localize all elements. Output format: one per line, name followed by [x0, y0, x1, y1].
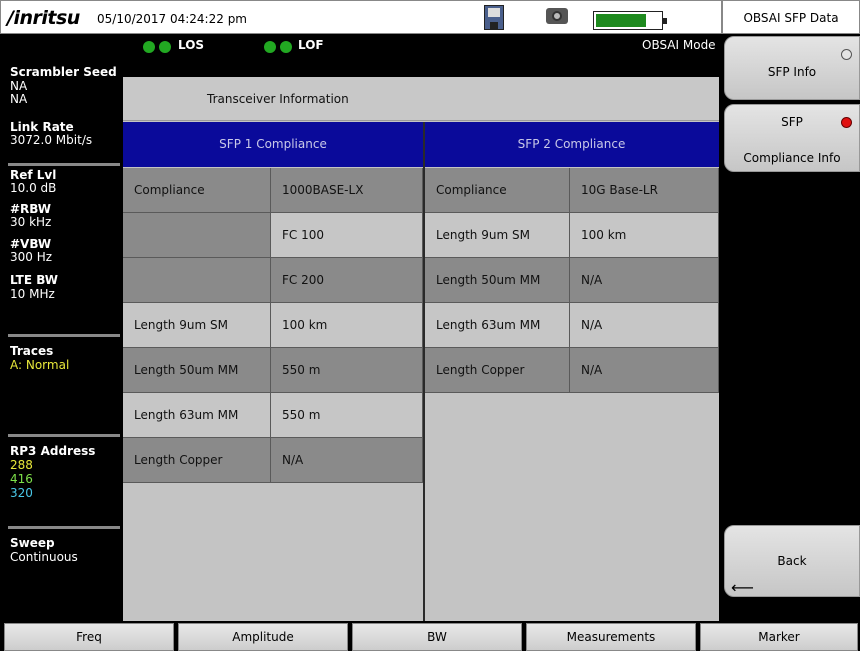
marker-menu-button[interactable]: Marker	[700, 623, 858, 651]
los-led-icon	[143, 41, 155, 53]
selected-indicator-icon	[841, 117, 852, 128]
back-arrow-icon: ⟵	[731, 578, 754, 597]
lof-led-icon	[280, 41, 292, 53]
transceiver-info-panel: Transceiver Information SFP 1 Compliance…	[123, 77, 719, 621]
sfp2-label-cell: Length 63um MM	[425, 303, 570, 348]
freq-menu-button[interactable]: Freq	[4, 623, 174, 651]
scrambler-seed-value: NA	[10, 92, 28, 106]
scrambler-seed-value: NA	[10, 79, 28, 93]
sfp1-label-cell	[123, 213, 271, 258]
sfp1-compliance-header: SFP 1 Compliance	[123, 122, 423, 167]
mode-label: OBSAI Mode	[642, 38, 716, 52]
sfp1-value-cell: 1000BASE-LX	[271, 168, 423, 213]
unselected-indicator-icon	[841, 49, 852, 60]
divider	[8, 526, 120, 529]
ref-lvl-value: 10.0 dB	[10, 181, 57, 195]
sfp2-value-cell: N/A	[570, 303, 719, 348]
traces-value: A: Normal	[10, 358, 70, 372]
rp3-address-value: 320	[10, 486, 33, 500]
divider	[8, 334, 120, 337]
softkey-panel: OBSAI SFP Data SFP Info SFP Compliance I…	[722, 0, 860, 651]
sfp1-value-cell: 550 m	[271, 348, 423, 393]
amplitude-menu-button[interactable]: Amplitude	[178, 623, 348, 651]
link-rate-label: Link Rate	[10, 120, 74, 134]
lof-led-icon	[264, 41, 276, 53]
sfp-info-button[interactable]: SFP Info	[724, 36, 860, 100]
rp3-address-value: 288	[10, 458, 33, 472]
link-rate-value: 3072.0 Mbit/s	[10, 133, 93, 147]
vbw-value: 300 Hz	[10, 250, 53, 264]
traces-label: Traces	[10, 344, 54, 358]
sfp1-label-cell: Length 9um SM	[123, 303, 271, 348]
sfp1-value-cell: 100 km	[271, 303, 423, 348]
panel-title: OBSAI SFP Data	[722, 0, 860, 34]
back-button[interactable]: Back ⟵	[724, 525, 860, 597]
sfp2-compliance-header: SFP 2 Compliance	[424, 122, 719, 167]
floppy-disk-icon[interactable]	[484, 5, 504, 30]
scrambler-seed-label: Scrambler Seed	[10, 65, 117, 79]
sfp2-value-cell: 100 km	[570, 213, 719, 258]
sfp1-label-cell	[123, 258, 271, 303]
date-time: 05/10/2017 04:24:22 pm	[97, 12, 247, 26]
sfp1-label-cell: Length 50um MM	[123, 348, 271, 393]
sfp1-value-cell: 550 m	[271, 393, 423, 438]
bw-menu-button[interactable]: BW	[352, 623, 522, 651]
divider	[8, 434, 120, 437]
lte-bw-label: LTE BW	[10, 273, 58, 287]
sweep-value: Continuous	[10, 550, 78, 564]
los-indicator: LOS	[178, 38, 205, 52]
back-label: Back	[777, 554, 807, 568]
sfp2-value-cell: N/A	[570, 258, 719, 303]
sfp1-label-cell: Length Copper	[123, 438, 271, 483]
status-bar: /inritsu 05/10/2017 04:24:22 pm	[0, 0, 722, 34]
sfp2-label-cell: Compliance	[425, 168, 570, 213]
los-led-icon	[159, 41, 171, 53]
ref-lvl-label: Ref Lvl	[10, 168, 57, 182]
sweep-label: Sweep	[10, 536, 55, 550]
rp3-address-value: 416	[10, 472, 33, 486]
sfp1-label-cell: Compliance	[123, 168, 271, 213]
anritsu-logo: /inritsu	[7, 7, 80, 29]
sfp2-label-cell: Length 50um MM	[425, 258, 570, 303]
sfp1-label-cell: Length 63um MM	[123, 393, 271, 438]
camera-icon[interactable]	[546, 8, 568, 24]
info-panel: Scrambler Seed NA NA Link Rate 3072.0 Mb…	[0, 34, 122, 621]
sfp1-value-cell: FC 200	[271, 258, 423, 303]
transceiver-info-title: Transceiver Information	[123, 77, 719, 121]
sfp-compliance-label-line2: Compliance Info	[743, 151, 841, 165]
lte-bw-value: 10 MHz	[10, 287, 55, 301]
divider	[8, 163, 120, 166]
sfp-compliance-label-line1: SFP	[781, 115, 803, 129]
vbw-label: #VBW	[10, 237, 52, 251]
measurements-menu-button[interactable]: Measurements	[526, 623, 696, 651]
rbw-value: 30 kHz	[10, 215, 52, 229]
sfp1-value-cell: N/A	[271, 438, 423, 483]
battery-icon	[593, 11, 667, 30]
sfp2-value-cell: 10G Base-LR	[570, 168, 719, 213]
sfp1-value-cell: FC 100	[271, 213, 423, 258]
sfp2-label-cell: Length 9um SM	[425, 213, 570, 258]
sfp2-label-cell: Length Copper	[425, 348, 570, 393]
sfp-info-label: SFP Info	[767, 65, 817, 79]
rbw-label: #RBW	[10, 202, 52, 216]
rp3-address-label: RP3 Address	[10, 444, 96, 458]
bottom-menu-bar: Freq Amplitude BW Measurements Marker	[0, 623, 860, 651]
sfp-compliance-info-button[interactable]: SFP Compliance Info	[724, 104, 860, 172]
lof-indicator: LOF	[298, 38, 324, 52]
sfp2-value-cell: N/A	[570, 348, 719, 393]
